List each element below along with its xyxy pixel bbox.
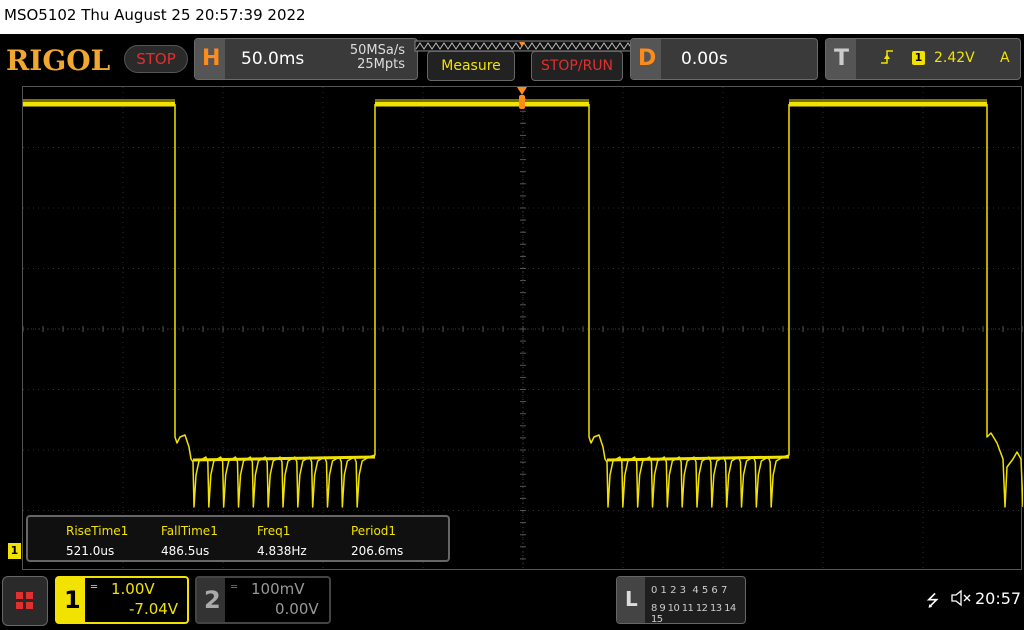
- measurement-value: 521.0us: [66, 544, 115, 558]
- top-control-bar: RIGOL STOP H 50.0ms 50MSa/s 25Mpts Measu…: [0, 34, 1024, 84]
- ch1-number: 1: [64, 586, 81, 614]
- ch2-scale: 100mV: [251, 580, 305, 598]
- ch2-panel[interactable]: 2 ═ 100mV 0.00V: [195, 576, 331, 624]
- measurement-label: FallTime1: [161, 524, 218, 538]
- delay-value: 0.00s: [681, 49, 728, 69]
- menu-grid-icon: [16, 592, 33, 609]
- ch1-panel[interactable]: 1 ═ 1.00V -7.04V: [55, 576, 189, 624]
- title-bar: MSO5102 Thu August 25 20:57:39 2022: [0, 0, 1024, 34]
- trigger-source-badge: 1: [912, 51, 925, 65]
- waveform-display[interactable]: [22, 86, 1024, 571]
- measurement-label: RiseTime1: [66, 524, 129, 538]
- mute-icon[interactable]: [950, 588, 972, 608]
- trigger-mode: A: [1000, 50, 1010, 66]
- logic-letter: L: [625, 587, 638, 611]
- trigger-letter: T: [834, 46, 850, 71]
- memory-depth: 25Mpts: [357, 57, 405, 72]
- stop-run-button[interactable]: STOP/RUN: [531, 51, 623, 81]
- horizontal-panel[interactable]: H 50.0ms 50MSa/s 25Mpts: [194, 38, 418, 80]
- run-state-badge[interactable]: STOP: [124, 45, 188, 73]
- usb-icon: ⭍: [926, 591, 940, 610]
- main-menu-button[interactable]: [2, 576, 48, 626]
- bottom-status-bar: 1 ═ 1.00V -7.04V 2 ═ 100mV 0.00V L 0 1 2…: [0, 572, 1024, 630]
- device-title: MSO5102 Thu August 25 20:57:39 2022: [4, 6, 306, 24]
- measurement-label: Freq1: [257, 524, 291, 538]
- ch1-offset-marker[interactable]: 1: [8, 543, 21, 559]
- ch1-scale: 1.00V: [111, 580, 155, 598]
- measurement-value: 206.6ms: [351, 544, 404, 558]
- dc-coupling-icon: ═: [231, 582, 237, 593]
- measurement-panel[interactable]: RiseTime1 521.0us FallTime1 486.5us Freq…: [26, 515, 450, 562]
- trigger-level: 2.42V: [934, 50, 975, 66]
- logic-channels-8-15: 8 9 10 11 12 13 14 15: [651, 603, 736, 625]
- ch2-offset: 0.00V: [275, 600, 319, 618]
- timebase-scale: 50.0ms: [241, 49, 305, 69]
- brand-logo: RIGOL: [6, 44, 111, 77]
- ch1-offset: -7.04V: [129, 600, 179, 618]
- trigger-position-marker-stem: [519, 95, 525, 109]
- memory-overview[interactable]: [414, 37, 634, 52]
- measurement-label: Period1: [351, 524, 397, 538]
- logic-channels-0-7: 0 1 2 3 4 5 6 7: [651, 585, 728, 596]
- rising-edge-icon: [880, 48, 894, 66]
- delay-letter: D: [638, 46, 657, 71]
- waveform-grid: [22, 86, 1024, 571]
- measure-button[interactable]: Measure: [427, 51, 515, 81]
- measurement-value: 486.5us: [161, 544, 210, 558]
- ch2-number: 2: [204, 586, 221, 614]
- clock: 20:57: [975, 589, 1022, 608]
- dc-coupling-icon: ═: [91, 582, 97, 593]
- delay-panel[interactable]: D 0.00s: [630, 38, 818, 80]
- sample-rate: 50MSa/s: [349, 43, 405, 58]
- trigger-panel[interactable]: T 1 2.42V A: [825, 38, 1021, 80]
- measurement-value: 4.838Hz: [257, 544, 307, 558]
- logic-channels-panel[interactable]: L 0 1 2 3 4 5 6 7 8 9 10 11 12 13 14 15: [616, 576, 746, 625]
- trigger-position-marker[interactable]: [517, 87, 527, 95]
- horizontal-letter: H: [202, 46, 221, 71]
